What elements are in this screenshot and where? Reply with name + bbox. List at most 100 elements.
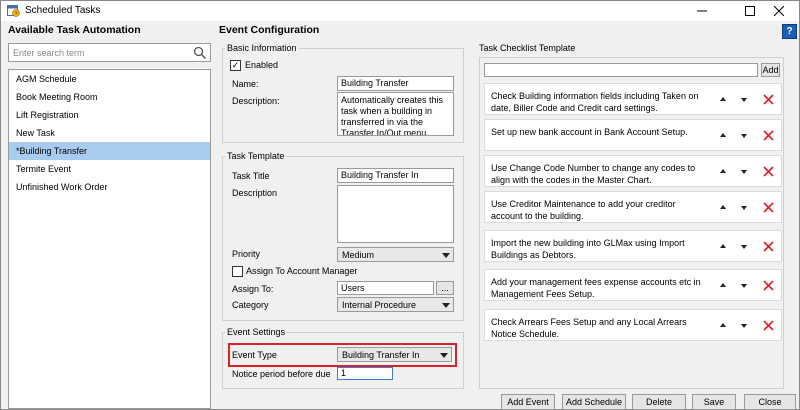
help-icon: ? xyxy=(786,26,793,37)
arrow-up-icon[interactable] xyxy=(720,323,726,327)
delete-x-icon[interactable] xyxy=(763,202,774,213)
arrow-up-icon[interactable] xyxy=(720,133,726,137)
arrow-up-icon[interactable] xyxy=(720,97,726,101)
calendar-clock-icon xyxy=(7,5,20,17)
category-select[interactable]: Internal Procedure xyxy=(337,297,454,312)
window-title: Scheduled Tasks xyxy=(25,5,101,16)
task-list-item[interactable]: New Task xyxy=(9,124,210,142)
arrow-up-icon[interactable] xyxy=(720,205,726,209)
priority-value: Medium xyxy=(342,249,375,260)
checklist-item-text: Check Arrears Fees Setup and any Local A… xyxy=(491,317,687,339)
assign-account-manager-label: Assign To Account Manager xyxy=(246,266,358,276)
delete-x-icon[interactable] xyxy=(763,130,774,141)
priority-select[interactable]: Medium xyxy=(337,247,454,262)
help-button[interactable]: ? xyxy=(782,24,797,39)
scheduled-tasks-window: Scheduled Tasks ? Available Task Automat… xyxy=(0,0,800,410)
arrow-down-icon[interactable] xyxy=(741,98,747,102)
arrow-down-icon[interactable] xyxy=(741,170,747,174)
search-icon[interactable] xyxy=(193,46,207,60)
checklist-new-item-field[interactable] xyxy=(484,63,758,77)
checklist-item: Use Change Code Number to change any cod… xyxy=(484,155,782,187)
task-list-item[interactable]: Book Meeting Room xyxy=(9,88,210,106)
checklist-item: Use Creditor Maintenance to add your cre… xyxy=(484,191,782,223)
category-value: Internal Procedure xyxy=(342,299,417,310)
assign-to-label: Assign To: xyxy=(232,284,274,294)
basic-information-legend: Basic Information xyxy=(227,43,297,53)
enabled-checkbox[interactable]: ✓ xyxy=(230,60,241,71)
task-template-legend: Task Template xyxy=(227,151,285,161)
event-settings-legend: Event Settings xyxy=(227,327,286,337)
checklist-item: Import the new building into GLMax using… xyxy=(484,230,782,262)
checklist-item: Check Building information fields includ… xyxy=(484,83,782,115)
close-button[interactable]: Close xyxy=(744,394,796,410)
template-description-label: Description xyxy=(232,188,278,198)
category-label: Category xyxy=(232,300,269,310)
task-list-item[interactable]: AGM Schedule xyxy=(9,70,210,88)
task-list: AGM Schedule Book Meeting Room Lift Regi… xyxy=(8,69,211,409)
delete-x-icon[interactable] xyxy=(763,166,774,177)
delete-x-icon[interactable] xyxy=(763,241,774,252)
arrow-down-icon[interactable] xyxy=(741,284,747,288)
task-list-item[interactable]: Termite Event xyxy=(9,160,210,178)
delete-x-icon[interactable] xyxy=(763,280,774,291)
checklist-add-button[interactable]: Add xyxy=(761,63,780,77)
checklist-item-text: Use Creditor Maintenance to add your cre… xyxy=(491,199,676,221)
checklist-item: Set up new bank account in Bank Account … xyxy=(484,119,782,151)
task-title-field[interactable]: Building Transfer In xyxy=(337,168,454,183)
add-schedule-button[interactable]: Add Schedule xyxy=(562,394,626,410)
event-type-value: Building Transfer In xyxy=(342,349,420,360)
close-icon xyxy=(774,6,784,16)
available-tasks-heading: Available Task Automation xyxy=(8,24,141,36)
name-field[interactable]: Building Transfer xyxy=(337,76,454,91)
assign-to-field[interactable]: Users xyxy=(337,281,434,295)
chevron-down-icon xyxy=(440,353,448,358)
task-search-input[interactable] xyxy=(9,44,189,61)
task-list-item[interactable]: Lift Registration xyxy=(9,106,210,124)
description-label: Description: xyxy=(232,96,280,106)
checklist-item-text: Check Building information fields includ… xyxy=(491,91,699,113)
event-configuration-heading: Event Configuration xyxy=(219,24,320,36)
checklist-item: Add your management fees expense account… xyxy=(484,269,782,301)
checklist-item-text: Set up new bank account in Bank Account … xyxy=(491,127,688,137)
assign-account-manager-checkbox[interactable] xyxy=(232,266,243,277)
enabled-label: Enabled xyxy=(245,60,279,70)
task-list-item[interactable]: Unfinished Work Order xyxy=(9,178,210,196)
maximize-icon xyxy=(745,6,755,16)
name-label: Name: xyxy=(232,79,259,89)
template-description-field[interactable] xyxy=(337,185,454,243)
task-search-box[interactable] xyxy=(8,43,211,62)
delete-x-icon[interactable] xyxy=(763,320,774,331)
event-type-label: Event Type xyxy=(232,350,277,360)
arrow-down-icon[interactable] xyxy=(741,206,747,210)
notice-period-field[interactable]: 1 xyxy=(337,367,393,380)
checklist-legend: Task Checklist Template xyxy=(479,43,576,53)
notice-period-label: Notice period before due xyxy=(232,369,331,379)
assign-to-browse-button[interactable]: ... xyxy=(436,281,454,295)
checklist-item-text: Add your management fees expense account… xyxy=(491,277,701,299)
minimize-icon xyxy=(697,10,707,12)
chevron-down-icon xyxy=(442,303,450,308)
chevron-down-icon xyxy=(442,253,450,258)
add-event-button[interactable]: Add Event xyxy=(501,394,555,410)
arrow-up-icon[interactable] xyxy=(720,244,726,248)
checklist-item-text: Import the new building into GLMax using… xyxy=(491,238,685,260)
description-field[interactable]: Automatically creates this task when a b… xyxy=(337,92,454,136)
minimize-button[interactable] xyxy=(686,1,718,21)
save-button[interactable]: Save xyxy=(692,394,736,410)
event-type-select[interactable]: Building Transfer In xyxy=(337,347,452,362)
arrow-down-icon[interactable] xyxy=(741,245,747,249)
task-list-item-selected[interactable]: *Building Transfer xyxy=(9,142,210,160)
checkmark-icon: ✓ xyxy=(231,60,240,70)
priority-label: Priority xyxy=(232,249,261,259)
arrow-up-icon[interactable] xyxy=(720,283,726,287)
title-bar: Scheduled Tasks xyxy=(1,1,799,21)
arrow-down-icon[interactable] xyxy=(741,134,747,138)
delete-x-icon[interactable] xyxy=(763,94,774,105)
checklist-item: Check Arrears Fees Setup and any Local A… xyxy=(484,309,782,341)
delete-button[interactable]: Delete xyxy=(632,394,686,410)
maximize-button[interactable] xyxy=(734,1,766,21)
task-title-label: Task Title xyxy=(232,171,270,181)
close-window-button[interactable] xyxy=(763,1,795,21)
arrow-down-icon[interactable] xyxy=(741,324,747,328)
arrow-up-icon[interactable] xyxy=(720,169,726,173)
